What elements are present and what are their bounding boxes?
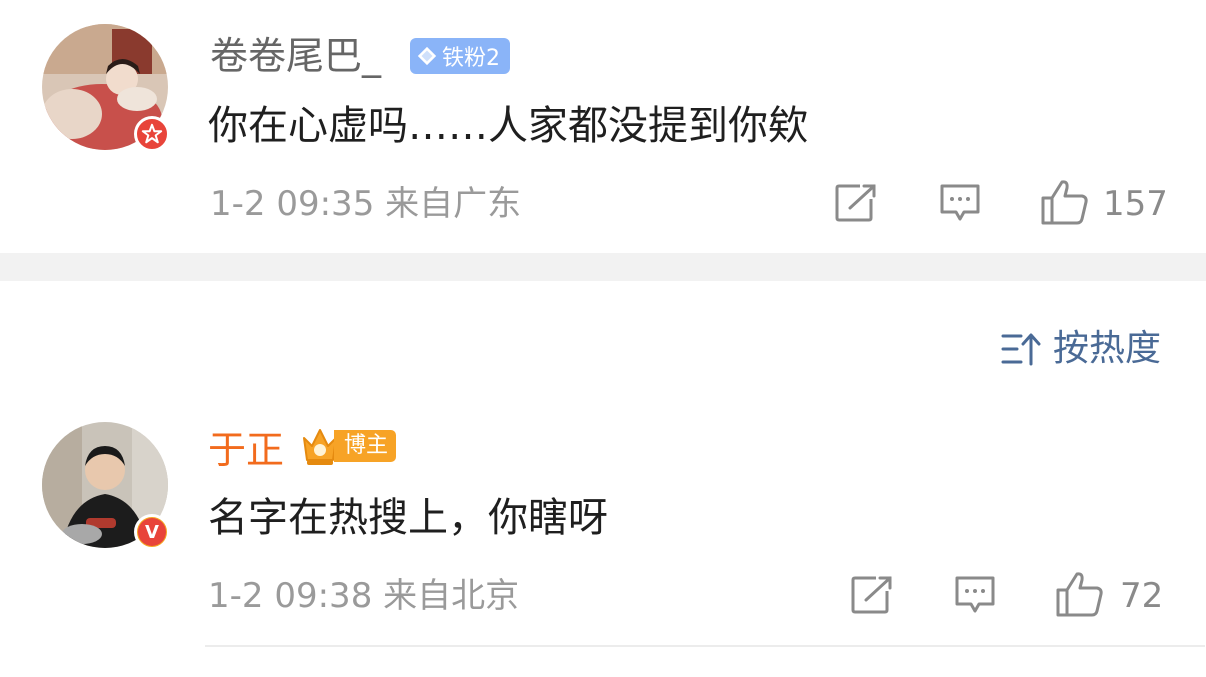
comment-text: 名字在热搜上，你瞎呀 [208,495,608,541]
blogger-label: 博主 [334,430,397,462]
comment-icon[interactable] [954,575,996,615]
diamond-icon [417,46,437,66]
comment-item: 卷卷尾巴_ 铁粉2 你在心虚吗……人家都没提到你欸 1-2 09:35 来自广东… [0,0,1206,253]
share-icon[interactable] [850,575,894,615]
avatar[interactable]: V [42,422,170,550]
fan-level-label: 铁粉2 [442,46,500,71]
like-count: 157 [1103,184,1168,224]
divider [205,645,1205,647]
comment-text: 你在心虚吗……人家都没提到你欸 [208,103,808,149]
comment-icon[interactable] [939,183,981,223]
sort-toggle[interactable]: 按热度 [1001,328,1161,370]
thumbs-up-icon[interactable] [1055,570,1105,618]
avatar[interactable] [42,24,170,152]
comment-meta: 1-2 09:38 来自北京 [208,576,520,616]
sort-label: 按热度 [1052,328,1161,369]
verified-badge-icon [134,116,170,152]
like-count: 72 [1120,576,1164,616]
section-divider [0,253,1206,281]
comment-meta: 1-2 09:35 来自广东 [210,184,522,224]
username[interactable]: 卷卷尾巴_ [210,34,381,78]
fan-level-badge: 铁粉2 [410,38,510,74]
comment-item: V 于正 博主 名字在热搜上，你瞎呀 1-2 09:38 来自北京 72 [0,400,1206,677]
verified-badge-icon: V [134,514,170,550]
thumbs-up-icon[interactable] [1040,178,1090,226]
sort-icon [1001,333,1041,366]
blogger-badge: 博主 [300,424,397,468]
username[interactable]: 于正 [208,428,284,472]
share-icon[interactable] [834,183,878,223]
